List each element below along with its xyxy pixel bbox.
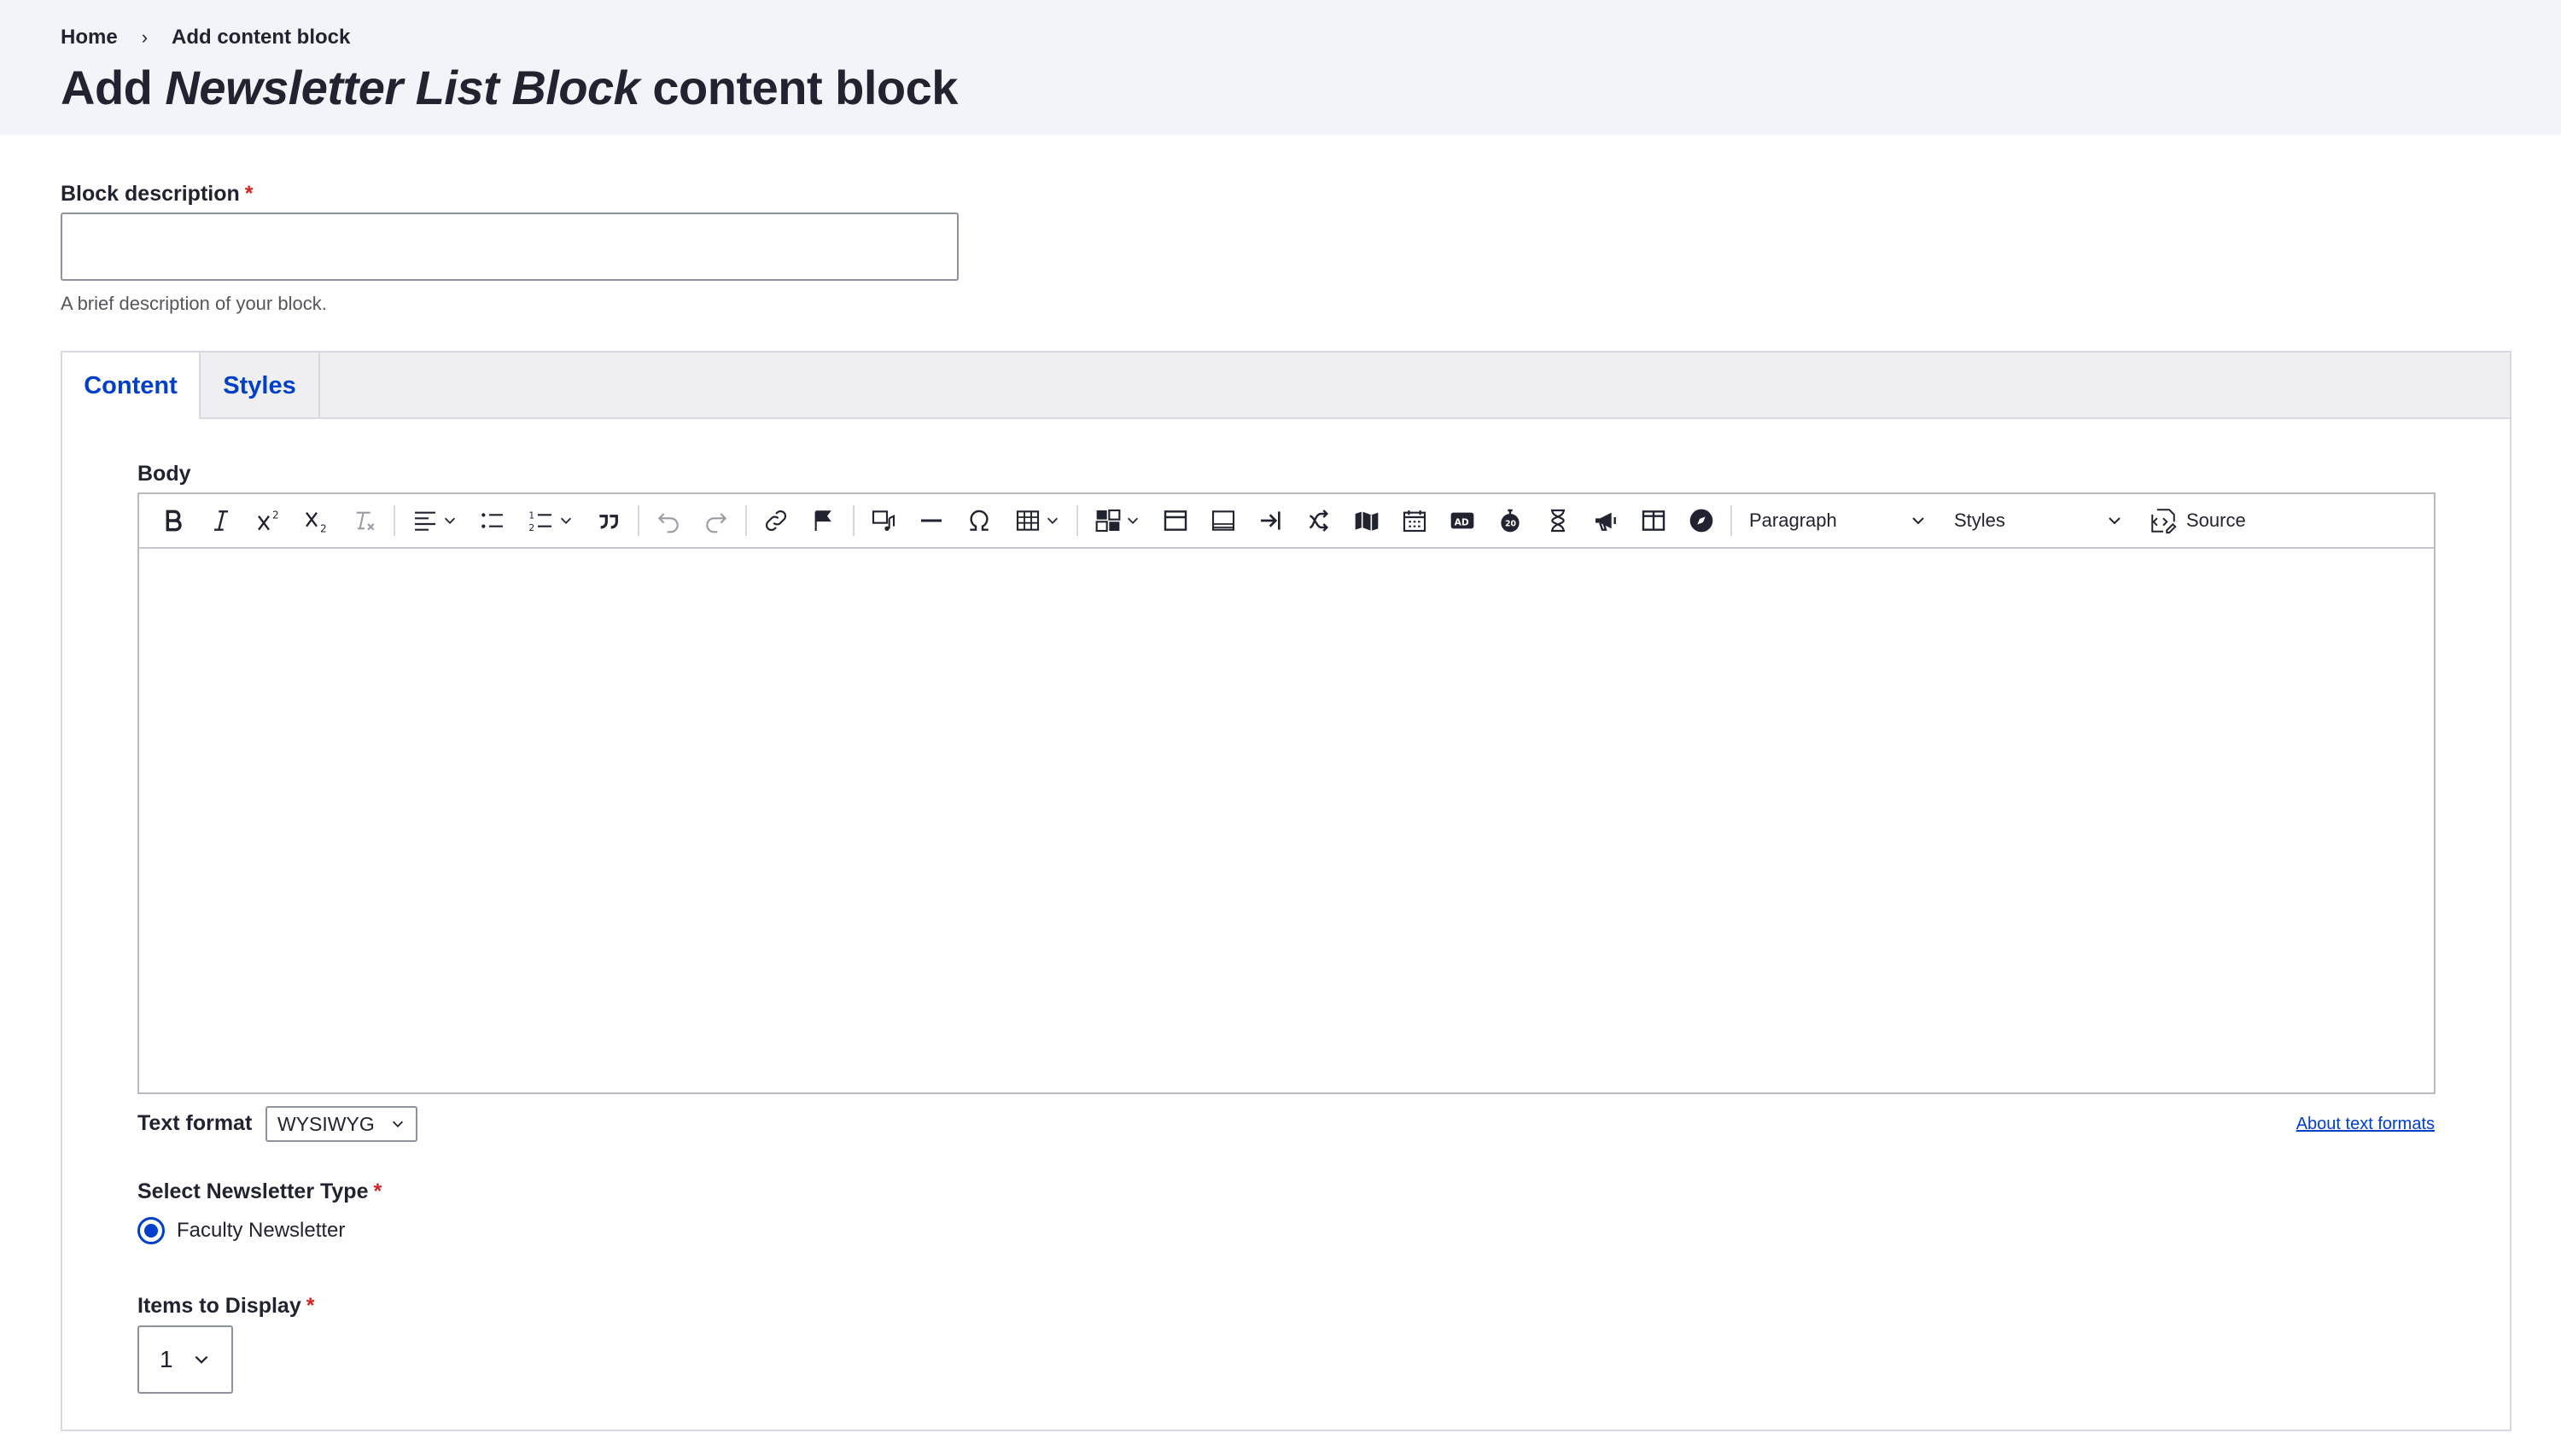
footer-icon[interactable] bbox=[1201, 498, 1245, 543]
svg-text:20: 20 bbox=[1505, 520, 1516, 529]
toolbar-separator bbox=[1730, 505, 1732, 536]
chevron-down-icon bbox=[560, 517, 572, 524]
chevron-down-icon bbox=[2109, 517, 2121, 525]
paragraph-dropdown[interactable]: Paragraph bbox=[1737, 498, 1942, 543]
required-mark: * bbox=[373, 1179, 382, 1203]
breadcrumb-separator: › bbox=[141, 26, 149, 48]
text-format-select[interactable]: WYSIWYG bbox=[265, 1106, 417, 1142]
chevron-down-icon bbox=[1047, 517, 1059, 524]
source-button[interactable]: Source bbox=[2149, 506, 2246, 535]
svg-text:AD: AD bbox=[1455, 516, 1469, 527]
page-header: Home › Add content block Add Newsletter … bbox=[0, 0, 2561, 135]
block-description-help: A brief description of your block. bbox=[61, 293, 327, 314]
breadcrumb-home-link[interactable]: Home bbox=[61, 26, 118, 50]
special-characters-icon[interactable] bbox=[957, 498, 1001, 543]
text-format-label: Text format bbox=[137, 1111, 253, 1135]
block-description-label-text: Block description bbox=[61, 182, 240, 206]
megaphone-icon[interactable] bbox=[1584, 498, 1628, 543]
undo-icon[interactable] bbox=[646, 498, 691, 543]
newsletter-type-label-text: Select Newsletter Type bbox=[137, 1179, 369, 1203]
svg-text:2: 2 bbox=[272, 509, 279, 521]
block-description-input[interactable] bbox=[61, 213, 959, 281]
editor-content-area[interactable] bbox=[139, 549, 2434, 1092]
newsletter-type-label: Select Newsletter Type * bbox=[137, 1179, 382, 1204]
timer-icon[interactable]: 20 bbox=[1488, 498, 1532, 543]
anchor-flag-icon[interactable] bbox=[802, 498, 846, 543]
block-description-label: Block description * bbox=[61, 182, 254, 207]
ad-icon[interactable]: AD bbox=[1440, 498, 1485, 543]
numbered-list-icon[interactable]: 12 bbox=[518, 498, 583, 543]
required-mark: * bbox=[244, 182, 254, 206]
editor-toolbar: 2 2 12 AD 20 Paragraph Styles Source bbox=[139, 494, 2434, 549]
italic-icon[interactable] bbox=[199, 498, 243, 543]
radio-button[interactable] bbox=[137, 1217, 165, 1244]
paragraph-dropdown-label: Paragraph bbox=[1749, 510, 1837, 531]
source-button-label: Source bbox=[2186, 510, 2246, 531]
chevron-down-icon bbox=[1912, 517, 1924, 525]
required-mark: * bbox=[306, 1294, 315, 1318]
breadcrumb: Home › Add content block bbox=[61, 26, 350, 50]
svg-text:2: 2 bbox=[320, 522, 327, 534]
body-editor: 2 2 12 AD 20 Paragraph Styles Source bbox=[137, 492, 2436, 1094]
chevron-down-icon bbox=[1127, 517, 1139, 524]
toolbar-separator bbox=[638, 505, 639, 536]
card-icon[interactable] bbox=[1153, 498, 1198, 543]
table-icon[interactable] bbox=[1005, 498, 1070, 543]
radio-selected-dot bbox=[144, 1224, 158, 1238]
map-icon[interactable] bbox=[1345, 498, 1389, 543]
chevron-down-icon bbox=[444, 517, 456, 524]
calendar-icon[interactable] bbox=[1392, 498, 1437, 543]
chevron-down-icon bbox=[195, 1355, 208, 1364]
insert-media-icon[interactable] bbox=[1085, 498, 1150, 543]
body-label: Body bbox=[137, 462, 191, 486]
subscript-icon[interactable]: 2 bbox=[295, 498, 339, 543]
align-icon[interactable] bbox=[402, 498, 467, 543]
styles-dropdown-label: Styles bbox=[1954, 510, 2005, 531]
tab-bar: Content Styles bbox=[62, 352, 2510, 419]
source-icon bbox=[2151, 509, 2177, 534]
sign-in-icon[interactable] bbox=[1249, 498, 1293, 543]
styles-dropdown[interactable]: Styles bbox=[1942, 498, 2138, 543]
bold-icon[interactable] bbox=[151, 498, 195, 543]
toolbar-separator bbox=[394, 505, 395, 536]
link-icon[interactable] bbox=[754, 498, 798, 543]
radio-option-label: Faculty Newsletter bbox=[177, 1219, 346, 1242]
compass-icon[interactable] bbox=[1679, 498, 1724, 543]
toolbar-separator bbox=[745, 505, 747, 536]
media-icon[interactable] bbox=[861, 498, 906, 543]
route-icon[interactable] bbox=[1297, 498, 1341, 543]
bulleted-list-icon[interactable] bbox=[470, 498, 515, 543]
chevron-down-icon bbox=[392, 1121, 404, 1127]
hourglass-icon[interactable] bbox=[1536, 498, 1580, 543]
about-text-formats-link[interactable]: About text formats bbox=[2296, 1115, 2435, 1134]
items-to-display-label-text: Items to Display bbox=[137, 1294, 301, 1318]
redo-icon[interactable] bbox=[694, 498, 738, 543]
page-title-prefix: Add bbox=[61, 61, 166, 114]
page-title-suffix: content block bbox=[639, 61, 958, 114]
blockquote-icon[interactable] bbox=[586, 498, 631, 543]
svg-text:2: 2 bbox=[528, 522, 534, 533]
items-to-display-value: 1 bbox=[160, 1346, 173, 1372]
page-title-type-name: Newsletter List Block bbox=[165, 61, 640, 114]
toolbar-separator bbox=[853, 505, 855, 536]
columns-icon[interactable] bbox=[1631, 498, 1676, 543]
superscript-icon[interactable]: 2 bbox=[247, 498, 291, 543]
tab-styles[interactable]: Styles bbox=[201, 352, 320, 419]
items-to-display-label: Items to Display * bbox=[137, 1294, 314, 1319]
breadcrumb-current: Add content block bbox=[172, 26, 351, 49]
items-to-display-select[interactable]: 1 bbox=[137, 1325, 233, 1394]
radio-option-faculty-newsletter[interactable]: Faculty Newsletter bbox=[137, 1217, 345, 1244]
tab-content[interactable]: Content bbox=[62, 352, 201, 419]
page-title: Add Newsletter List Block content block bbox=[61, 58, 958, 118]
svg-text:1: 1 bbox=[528, 510, 534, 521]
toolbar-separator bbox=[1076, 505, 1078, 536]
text-format-value: WYSIWYG bbox=[277, 1112, 375, 1135]
remove-format-icon[interactable] bbox=[342, 498, 387, 543]
horizontal-line-icon[interactable] bbox=[909, 498, 954, 543]
